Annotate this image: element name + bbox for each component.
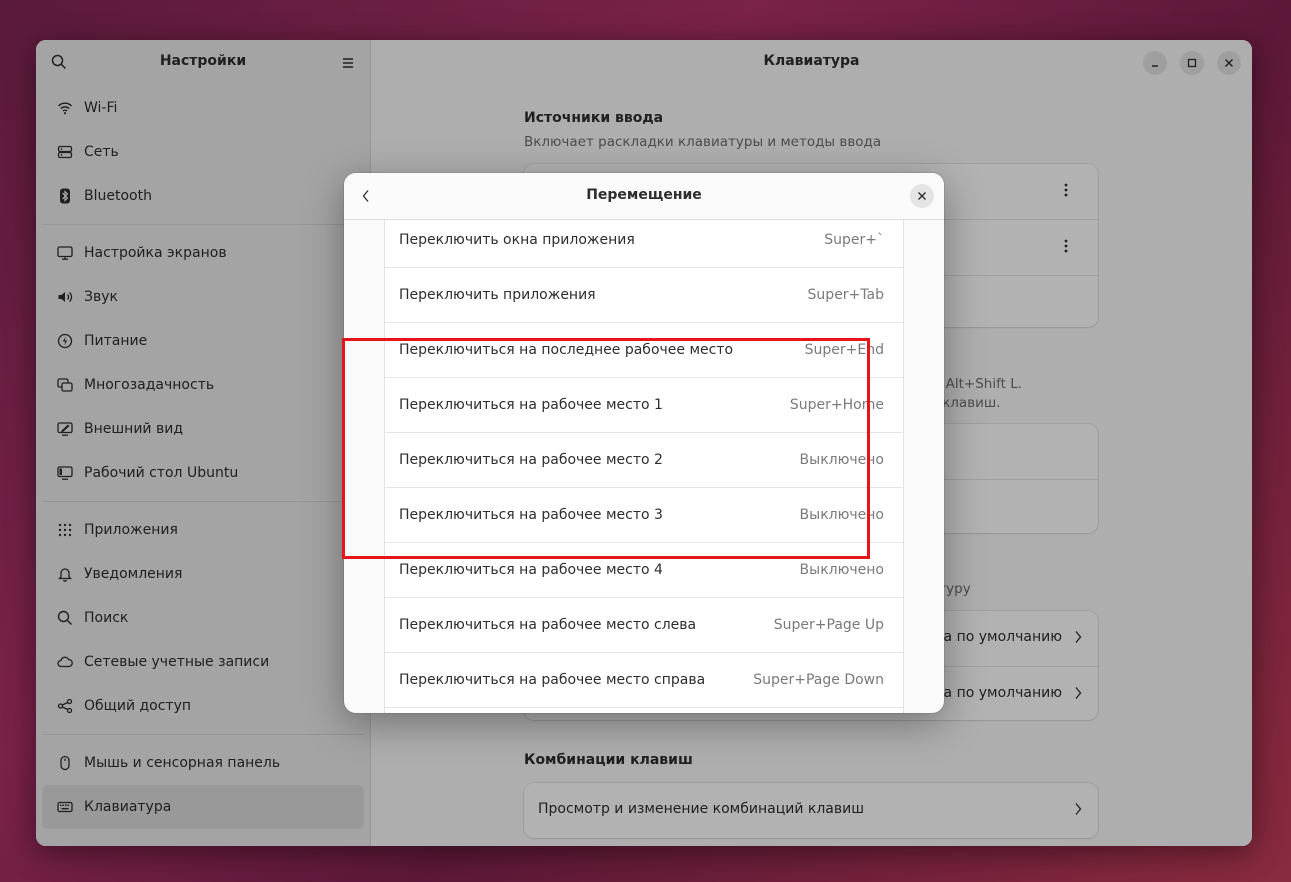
shortcut-label: Переключиться на рабочее место 2 — [399, 452, 663, 468]
shortcut-accelerator: Выключено — [799, 507, 884, 523]
shortcut-row[interactable]: Переключиться на последнее рабочее место… — [385, 323, 903, 378]
shortcuts-dialog: Перемещение Переключить окна приложения S… — [344, 173, 944, 713]
shortcut-label: Переключиться на рабочее место справа — [399, 672, 706, 688]
shortcut-label: Переключить окна приложения — [399, 232, 635, 248]
shortcut-row[interactable]: Переключиться на рабочее место 3 Выключен… — [385, 488, 903, 543]
shortcut-label: Переключиться на рабочее место 1 — [399, 397, 663, 413]
shortcut-accelerator: Super+Home — [789, 397, 884, 413]
settings-window: Настройки Wi-Fi Сеть Bluetooth Настройка… — [36, 40, 1252, 846]
shortcut-accelerator: Super+Tab — [807, 287, 884, 303]
shortcut-label: Переключиться на рабочее место слева — [399, 617, 697, 633]
shortcut-row[interactable]: Переключить окна приложения Super+` — [385, 220, 903, 268]
dialog-header: Перемещение — [344, 173, 944, 220]
shortcut-row[interactable] — [385, 708, 903, 713]
shortcut-label: Переключиться на рабочее место 4 — [399, 562, 663, 578]
shortcut-accelerator: Super+End — [804, 342, 884, 358]
dialog-title: Перемещение — [586, 187, 702, 203]
shortcut-accelerator: Super+Page Down — [753, 672, 884, 688]
shortcut-row[interactable]: Переключить приложения Super+Tab — [385, 268, 903, 323]
shortcut-accelerator: Выключено — [799, 562, 884, 578]
shortcut-row[interactable]: Переключиться на рабочее место 2 Выключен… — [385, 433, 903, 488]
shortcut-accelerator: Super+Page Up — [773, 617, 884, 633]
dialog-body: Переключить окна приложения Super+` Перек… — [344, 220, 944, 713]
shortcut-list: Переключить окна приложения Super+` Перек… — [384, 220, 904, 713]
shortcut-row[interactable]: Переключиться на рабочее место 4 Выключен… — [385, 543, 903, 598]
shortcut-row[interactable]: Переключиться на рабочее место 1 Super+Ho… — [385, 378, 903, 433]
shortcut-label: Переключиться на рабочее место 3 — [399, 507, 663, 523]
close-icon — [918, 192, 926, 200]
dialog-close-button[interactable] — [910, 184, 934, 208]
shortcut-row[interactable]: Переключиться на рабочее место справа Sup… — [385, 653, 903, 708]
shortcut-label: Переключить приложения — [399, 287, 596, 303]
shortcut-row[interactable]: Переключиться на рабочее место слева Supe… — [385, 598, 903, 653]
shortcut-label: Переключиться на последнее рабочее место — [399, 342, 734, 358]
shortcut-accelerator: Выключено — [799, 452, 884, 468]
shortcut-accelerator: Super+` — [824, 232, 884, 248]
